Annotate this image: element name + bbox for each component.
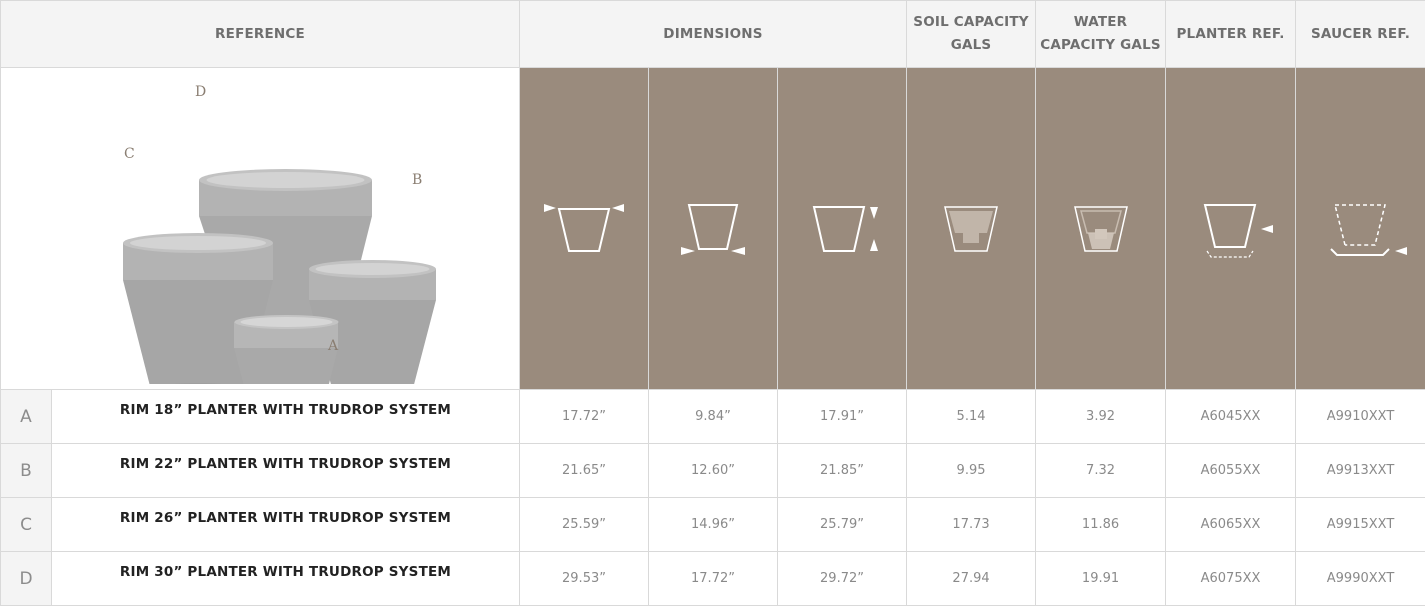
water-capacity-value: 11.86 <box>1036 498 1166 552</box>
top-diameter-value: 29.53” <box>520 552 649 606</box>
row-letter: C <box>1 498 52 552</box>
soil-capacity-value: 9.95 <box>907 444 1036 498</box>
icon-row: D C B A <box>1 68 1425 390</box>
pot-label-a: A <box>327 338 339 354</box>
bottom-diameter-icon <box>663 199 763 259</box>
water-capacity-value: 3.92 <box>1036 390 1166 444</box>
height-value: 29.72” <box>778 552 907 606</box>
top-diameter-value: 21.65” <box>520 444 649 498</box>
saucer-ref-icon <box>1311 197 1411 261</box>
top-diameter-value: 25.59” <box>520 498 649 552</box>
row-letter: D <box>1 552 52 606</box>
bottom-diameter-value: 17.72” <box>649 552 778 606</box>
pot-label-b: B <box>412 172 422 188</box>
header-water-capacity: WATER CAPACITY GALS <box>1036 1 1166 68</box>
planter-ref-value: A6045XX <box>1166 390 1296 444</box>
product-name: RIM 22” PLANTER WITH TRUDROP SYSTEM <box>52 444 520 498</box>
top-diameter-icon <box>534 199 634 259</box>
header-water-line1: WATER <box>1036 11 1165 34</box>
header-soil-line2: GALS <box>907 34 1035 57</box>
header-soil-capacity: SOIL CAPACITY GALS <box>907 1 1036 68</box>
height-value: 17.91” <box>778 390 907 444</box>
planter-ref-icon <box>1181 197 1281 261</box>
soil-capacity-icon <box>921 199 1021 259</box>
saucer-ref-icon-cell <box>1296 68 1425 390</box>
header-planter-ref: PLANTER REF. <box>1166 1 1296 68</box>
planter-spec-table: REFERENCE DIMENSIONS SOIL CAPACITY GALS … <box>0 0 1425 606</box>
height-value: 25.79” <box>778 498 907 552</box>
pot-label-c: C <box>124 146 135 162</box>
height-icon <box>792 199 892 259</box>
header-dimensions: DIMENSIONS <box>520 1 907 68</box>
water-capacity-icon <box>1051 199 1151 259</box>
water-capacity-value: 19.91 <box>1036 552 1166 606</box>
saucer-ref-value: A9913XXT <box>1296 444 1425 498</box>
saucer-ref-value: A9910XXT <box>1296 390 1425 444</box>
top-diameter-value: 17.72” <box>520 390 649 444</box>
header-saucer-ref: SAUCER REF. <box>1296 1 1425 68</box>
soil-capacity-value: 5.14 <box>907 390 1036 444</box>
water-capacity-value: 7.32 <box>1036 444 1166 498</box>
planter-ref-icon-cell <box>1166 68 1296 390</box>
product-name: RIM 26” PLANTER WITH TRUDROP SYSTEM <box>52 498 520 552</box>
saucer-ref-value: A9915XXT <box>1296 498 1425 552</box>
header-water-line2: CAPACITY GALS <box>1036 34 1165 57</box>
pot-a <box>234 315 339 384</box>
soil-capacity-value: 17.73 <box>907 498 1036 552</box>
row-letter: A <box>1 390 52 444</box>
bottom-diameter-icon-cell <box>649 68 778 390</box>
table-row: C RIM 26” PLANTER WITH TRUDROP SYSTEM 25… <box>1 498 1425 552</box>
saucer-ref-value: A9990XXT <box>1296 552 1425 606</box>
product-name: RIM 18” PLANTER WITH TRUDROP SYSTEM <box>52 390 520 444</box>
planter-group-illustration: D C B A <box>27 68 494 384</box>
bottom-diameter-value: 14.96” <box>649 498 778 552</box>
soil-capacity-value: 27.94 <box>907 552 1036 606</box>
top-diameter-icon-cell <box>520 68 649 390</box>
planter-ref-value: A6065XX <box>1166 498 1296 552</box>
header-row: REFERENCE DIMENSIONS SOIL CAPACITY GALS … <box>1 1 1425 68</box>
height-value: 21.85” <box>778 444 907 498</box>
pot-label-d: D <box>195 84 206 100</box>
planter-ref-value: A6055XX <box>1166 444 1296 498</box>
bottom-diameter-value: 12.60” <box>649 444 778 498</box>
height-icon-cell <box>778 68 907 390</box>
table-row: D RIM 30” PLANTER WITH TRUDROP SYSTEM 29… <box>1 552 1425 606</box>
soil-capacity-icon-cell <box>907 68 1036 390</box>
planter-illustration-cell: D C B A <box>1 68 520 390</box>
product-name: RIM 30” PLANTER WITH TRUDROP SYSTEM <box>52 552 520 606</box>
row-letter: B <box>1 444 52 498</box>
spec-page: REFERENCE DIMENSIONS SOIL CAPACITY GALS … <box>0 0 1425 601</box>
planter-ref-value: A6075XX <box>1166 552 1296 606</box>
table-row: B RIM 22” PLANTER WITH TRUDROP SYSTEM 21… <box>1 444 1425 498</box>
header-soil-line1: SOIL CAPACITY <box>907 11 1035 34</box>
header-reference: REFERENCE <box>1 1 520 68</box>
table-row: A RIM 18” PLANTER WITH TRUDROP SYSTEM 17… <box>1 390 1425 444</box>
water-capacity-icon-cell <box>1036 68 1166 390</box>
bottom-diameter-value: 9.84” <box>649 390 778 444</box>
